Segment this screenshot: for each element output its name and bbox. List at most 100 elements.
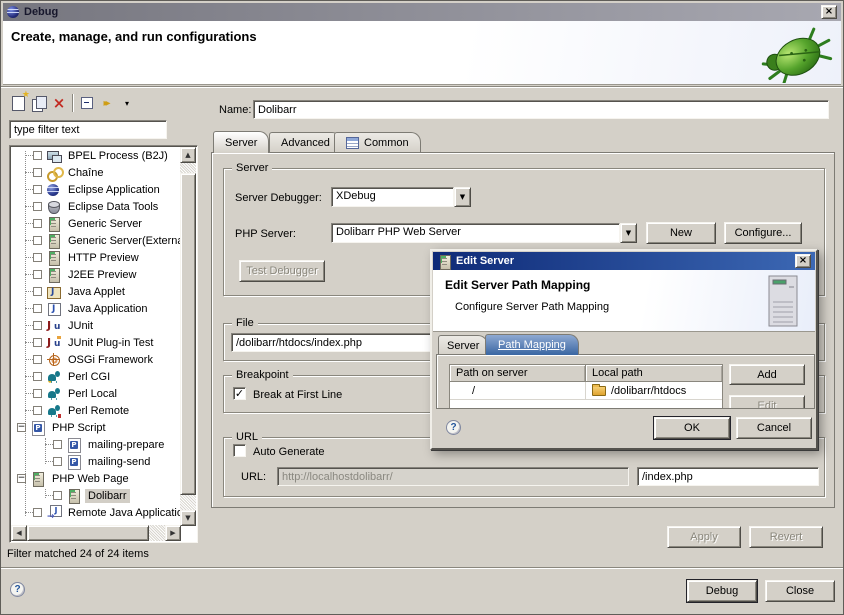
tree-item[interactable]: mailing-send [11,453,180,470]
header-banner: Create, manage, and run configurations [3,21,841,85]
tree-expander-icon[interactable] [33,236,42,245]
tree-item[interactable]: JUnit Plug-in Test [11,334,180,351]
eclipse-sphere-icon [46,182,62,198]
ok-button[interactable]: OK [654,417,730,439]
tree-expander-icon[interactable]: − [17,423,26,432]
tree-expander-icon[interactable] [53,491,62,500]
path-mapping-table: Path on server Local path / /dolibarr/ht… [449,364,723,409]
duplicate-icon[interactable] [29,94,49,112]
tree-expander-icon[interactable] [33,287,42,296]
server-icon [437,254,451,269]
tree-expander-icon[interactable] [33,253,42,262]
close-icon[interactable]: × [795,254,811,268]
dialog-tab-path-mapping[interactable]: Path Mapping [485,334,579,355]
php-server-select[interactable]: Dolibarr PHP Web Server ▼ [331,223,637,243]
tree-expander-icon[interactable] [33,304,42,313]
help-icon[interactable]: ? [10,582,25,597]
filter-icon[interactable]: ▸▸ [97,94,117,112]
test-debugger-button[interactable]: Test Debugger [239,260,325,282]
tree-expander-icon[interactable] [53,457,62,466]
tree-horizontal-scrollbar[interactable]: ◀ ▶ [11,525,181,541]
name-input[interactable] [253,100,829,119]
tree-item[interactable]: − PHP Script [11,419,180,436]
tree-item[interactable]: − PHP Web Page [11,470,180,487]
dialog-help-icon[interactable]: ? [446,420,461,435]
vertical-scroll-thumb[interactable] [180,173,196,495]
filter-input[interactable] [9,120,167,139]
horizontal-scroll-thumb[interactable] [27,525,149,541]
tree-item[interactable]: Remote Java Application [11,504,180,521]
server-icon [30,471,46,487]
tree-item[interactable]: mailing-prepare [11,436,180,453]
tree-item[interactable]: HTTP Preview [11,249,180,266]
dialog-tab-server[interactable]: Server [438,335,488,355]
new-server-button[interactable]: New [646,222,716,244]
url-file-input[interactable] [637,467,819,486]
chain-icon [46,165,62,181]
tree-item[interactable]: Perl Local [11,385,180,402]
tree-item[interactable]: Dolibarr [11,487,180,504]
scroll-left-icon[interactable]: ◀ [11,525,27,541]
scroll-down-icon[interactable]: ▼ [180,510,196,526]
tree-expander-icon[interactable] [33,338,42,347]
tree-item[interactable]: Perl CGI [11,368,180,385]
scroll-up-icon[interactable]: ▲ [180,147,196,163]
tree-expander-icon[interactable] [33,321,42,330]
auto-generate-checkbox[interactable] [233,444,246,457]
tree-item[interactable]: Eclipse Data Tools [11,198,180,215]
chevron-down-icon[interactable]: ▼ [620,223,637,243]
tree-expander-icon[interactable] [33,406,42,415]
revert-button[interactable]: Revert [749,526,823,548]
tree-expander-icon[interactable] [33,202,42,211]
tree-expander-icon[interactable]: − [17,474,26,483]
tree-item[interactable]: Generic Server [11,215,180,232]
delete-icon[interactable]: × [49,94,69,112]
tab-server[interactable]: Server [213,131,269,153]
tree-item[interactable]: Java Applet [11,283,180,300]
close-icon[interactable]: × [821,5,837,19]
table-cell-server-path[interactable]: / [450,382,586,399]
add-button[interactable]: Add [729,364,805,385]
collapse-all-icon[interactable] [77,94,97,112]
tree-expander-icon[interactable] [33,355,42,364]
tree-item[interactable]: JUnit [11,317,180,334]
tree-expander-icon[interactable] [33,508,42,517]
tree-item[interactable]: Perl Remote [11,402,180,419]
tree-item[interactable]: Chaîne [11,164,180,181]
apply-button[interactable]: Apply [667,526,741,548]
tree-item[interactable]: BPEL Process (B2J) [11,147,180,164]
tree-expander-icon[interactable] [33,168,42,177]
server-debugger-select[interactable]: XDebug ▼ [331,187,471,207]
tree-item[interactable]: Eclipse Application [11,181,180,198]
tree-item[interactable]: Java Application [11,300,180,317]
close-button[interactable]: Close [765,580,835,602]
edit-button[interactable]: Edit [729,395,805,409]
tree-item[interactable]: J2EE Preview [11,266,180,283]
tree-expander-icon[interactable] [33,219,42,228]
tree-expander-icon[interactable] [33,151,42,160]
tab-common[interactable]: Common [334,132,421,153]
tree-expander-icon[interactable] [33,185,42,194]
chevron-down-icon[interactable]: ▼ [454,187,471,207]
tree-expander-icon[interactable] [33,389,42,398]
break-first-line-checkbox[interactable]: ✓ [233,387,246,400]
tab-advanced[interactable]: Advanced [269,132,342,153]
configurations-tree: BPEL Process (B2J) Chaîne Eclipse Applic… [9,145,198,543]
toolbar-menu-icon[interactable]: ▾ [117,94,137,112]
server-debugger-label: Server Debugger: [235,192,322,204]
cancel-button[interactable]: Cancel [736,417,812,439]
tree-expander-icon[interactable] [33,270,42,279]
tree-vertical-scrollbar[interactable]: ▲ ▼ [180,147,196,526]
php-icon [66,454,82,470]
folder-icon [592,386,606,396]
configure-button[interactable]: Configure... [724,222,802,244]
new-configuration-icon[interactable] [9,94,29,112]
tree-expander-icon[interactable] [53,440,62,449]
table-cell-local-path[interactable]: /dolibarr/htdocs [586,382,722,399]
osgi-icon [46,352,62,368]
tree-item[interactable]: OSGi Framework [11,351,180,368]
scroll-right-icon[interactable]: ▶ [165,525,181,541]
debug-button[interactable]: Debug [687,580,757,602]
tree-expander-icon[interactable] [33,372,42,381]
tree-item[interactable]: Generic Server(External La [11,232,180,249]
